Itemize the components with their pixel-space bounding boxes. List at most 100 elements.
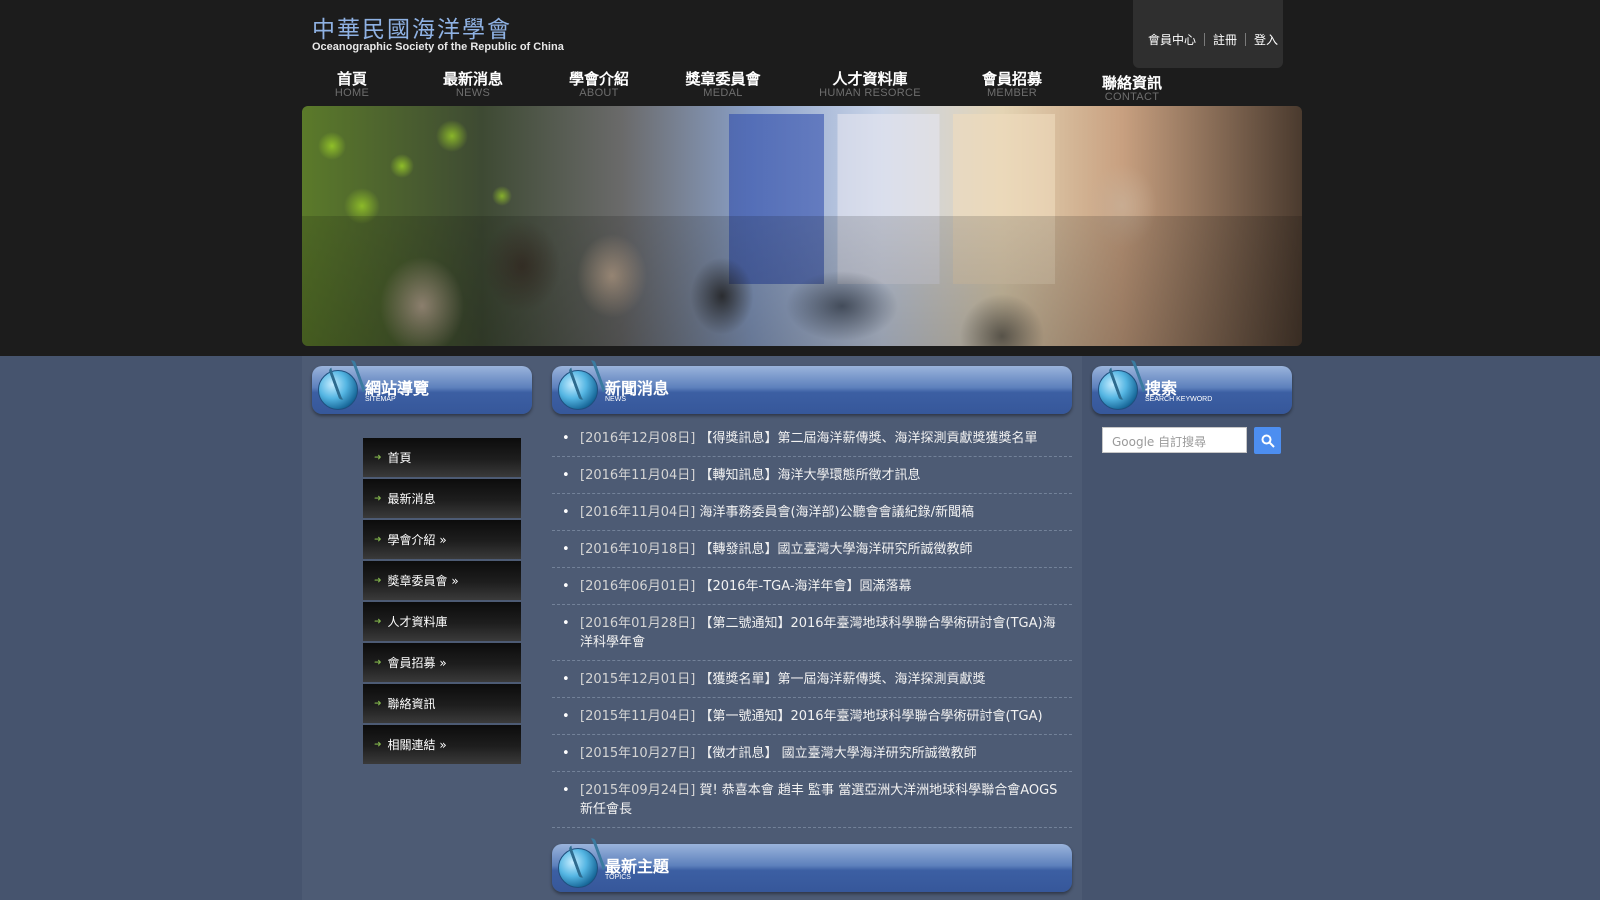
topics-subtitle: TOPICS xyxy=(605,874,631,881)
news-text: 【轉發訊息】國立臺灣大學海洋研究所誠徵教師 xyxy=(699,542,973,557)
news-text: 海洋事務委員會(海洋部)公聽會會議紀錄/新聞稿 xyxy=(699,505,974,520)
news-item[interactable]: [2016年11月04日] 【轉知訊息】海洋大學環態所徵才訊息 xyxy=(552,457,1072,494)
nav-label: 聯絡資訊 xyxy=(1101,74,1162,92)
login-link[interactable]: 登入 xyxy=(1254,31,1278,48)
news-date: [2016年11月04日] xyxy=(580,468,696,483)
nav-news[interactable]: 最新消息 NEWS xyxy=(438,70,508,99)
arrow-icon: ➜ xyxy=(374,493,382,504)
nav-sublabel: HOME xyxy=(334,87,370,99)
sidebar-item-about[interactable]: ➜ 學會介紹 » xyxy=(363,520,521,559)
nav-contact[interactable]: 聯絡資訊 CONTACT xyxy=(1092,74,1172,103)
news-list: [2016年12月08日] 【得獎訊息】第二屆海洋薪傳獎、海洋探測貢獻獎獲獎名單… xyxy=(552,420,1072,828)
news-date: [2016年10月18日] xyxy=(580,542,696,557)
sidebar-item-contact[interactable]: ➜ 聯絡資訊 xyxy=(363,684,521,723)
sidebar-item-member[interactable]: ➜ 會員招募 » xyxy=(363,643,521,682)
main-nav: 首頁 HOME 最新消息 NEWS 學會介紹 ABOUT 獎章委員會 MEDAL… xyxy=(302,70,1202,104)
news-item[interactable]: [2016年06月01日] 【2016年-TGA-海洋年會】圓滿落幕 xyxy=(552,568,1072,605)
arrow-icon: ➜ xyxy=(374,657,382,668)
nav-sublabel: CONTACT xyxy=(1104,91,1160,103)
nav-label: 人才資料庫 xyxy=(832,70,908,88)
sidebar-item-news[interactable]: ➜ 最新消息 xyxy=(363,479,521,518)
sidebar-item-label: 聯絡資訊 xyxy=(387,697,436,711)
news-text: 【獲獎名單】第一屆海洋薪傳獎、海洋探測貢獻獎 xyxy=(699,672,986,687)
banner-shade xyxy=(302,216,1302,346)
globe-icon xyxy=(318,370,358,410)
topics-header: 最新主題 TOPICS xyxy=(552,844,1072,892)
news-date: [2016年06月01日] xyxy=(580,579,696,594)
news-date: [2015年12月01日] xyxy=(580,672,696,687)
divider xyxy=(1204,33,1206,46)
hero-banner-image xyxy=(302,106,1302,346)
news-date: [2016年12月08日] xyxy=(580,431,696,446)
member-links: 會員中心 註冊 登入 xyxy=(1148,31,1278,48)
register-link[interactable]: 註冊 xyxy=(1213,31,1237,48)
news-date: [2015年09月24日] xyxy=(580,783,696,798)
sitemap-subtitle: SITEMAP xyxy=(365,396,396,403)
news-item[interactable]: [2016年12月08日] 【得獎訊息】第二屆海洋薪傳獎、海洋探測貢獻獎獲獎名單 xyxy=(552,420,1072,457)
news-text: 【得獎訊息】第二屆海洋薪傳獎、海洋探測貢獻獎獲獎名單 xyxy=(699,431,1038,446)
nav-sublabel: MEDAL xyxy=(703,87,743,99)
nav-label: 獎章委員會 xyxy=(685,70,761,88)
sidebar-item-medal[interactable]: ➜ 獎章委員會 » xyxy=(363,561,521,600)
sidebar-item-label: 人才資料庫 xyxy=(387,615,448,629)
globe-icon xyxy=(558,370,598,410)
search-subtitle: SEARCH KEYWORD xyxy=(1145,396,1213,403)
news-date: [2015年11月04日] xyxy=(580,709,696,724)
nav-sublabel: HUMAN RESORCE xyxy=(819,87,921,99)
news-date: [2016年11月04日] xyxy=(580,505,696,520)
nav-sublabel: MEMBER xyxy=(986,87,1038,99)
sidebar-item-label: 學會介紹 » xyxy=(387,533,447,547)
nav-label: 會員招募 xyxy=(981,70,1042,88)
sidebar-item-label: 獎章委員會 » xyxy=(387,574,459,588)
news-item[interactable]: [2015年10月27日] 【徵才訊息】 國立臺灣大學海洋研究所誠徵教師 xyxy=(552,735,1072,772)
news-item[interactable]: [2016年01月28日] 【第二號通知】2016年臺灣地球科學聯合學術研討會(… xyxy=(552,605,1072,661)
search-header: 搜索 SEARCH KEYWORD xyxy=(1092,366,1292,414)
sidebar-item-label: 首頁 xyxy=(387,451,412,465)
news-item[interactable]: [2015年09月24日] 賀! 恭喜本會 趙丰 監事 當選亞洲大洋洲地球科學聯… xyxy=(552,772,1072,828)
member-center-link[interactable]: 會員中心 xyxy=(1148,31,1196,48)
nav-human-resource[interactable]: 人才資料庫 HUMAN RESORCE xyxy=(810,70,930,99)
sitemap-header: 網站導覽 SITEMAP xyxy=(312,366,532,414)
news-date: [2015年10月27日] xyxy=(580,746,696,761)
news-header: 新聞消息 NEWS xyxy=(552,366,1072,414)
site-logo-subtitle[interactable]: Oceanographic Society of the Republic of… xyxy=(312,41,564,53)
news-text: 【2016年-TGA-海洋年會】圓滿落幕 xyxy=(699,579,912,594)
nav-label: 首頁 xyxy=(336,70,367,88)
news-text: 【第一號通知】2016年臺灣地球科學聯合學術研討會(TGA) xyxy=(699,709,1043,724)
sidebar-item-home[interactable]: ➜ 首頁 xyxy=(363,438,521,477)
news-item[interactable]: [2015年12月01日] 【獲獎名單】第一屆海洋薪傳獎、海洋探測貢獻獎 xyxy=(552,661,1072,698)
arrow-icon: ➜ xyxy=(374,616,382,627)
sidebar-item-label: 最新消息 xyxy=(387,492,436,506)
search-icon xyxy=(1261,434,1275,448)
nav-about[interactable]: 學會介紹 ABOUT xyxy=(559,70,639,99)
nav-home[interactable]: 首頁 HOME xyxy=(332,70,372,99)
news-subtitle: NEWS xyxy=(605,396,626,403)
arrow-icon: ➜ xyxy=(374,534,382,545)
news-text: 【轉知訊息】海洋大學環態所徵才訊息 xyxy=(699,468,921,483)
search-button[interactable] xyxy=(1254,427,1281,454)
news-date: [2016年01月28日] xyxy=(580,616,696,631)
news-text: 【徵才訊息】 國立臺灣大學海洋研究所誠徵教師 xyxy=(699,746,977,761)
nav-label: 學會介紹 xyxy=(568,70,629,88)
sidebar-item-links[interactable]: ➜ 相關連結 » xyxy=(363,725,521,764)
sidebar-item-label: 相關連結 » xyxy=(387,738,447,752)
globe-icon xyxy=(1098,370,1138,410)
arrow-icon: ➜ xyxy=(374,575,382,586)
news-item[interactable]: [2016年11月04日] 海洋事務委員會(海洋部)公聽會會議紀錄/新聞稿 xyxy=(552,494,1072,531)
arrow-icon: ➜ xyxy=(374,698,382,709)
sidebar-item-label: 會員招募 » xyxy=(387,656,447,670)
site-logo-title[interactable]: 中華民國海洋學會 xyxy=(312,10,512,44)
news-item[interactable]: [2015年11月04日] 【第一號通知】2016年臺灣地球科學聯合學術研討會(… xyxy=(552,698,1072,735)
globe-icon xyxy=(558,848,598,888)
sidebar-item-human-resource[interactable]: ➜ 人才資料庫 xyxy=(363,602,521,641)
nav-sublabel: ABOUT xyxy=(579,87,619,99)
news-item[interactable]: [2016年10月18日] 【轉發訊息】國立臺灣大學海洋研究所誠徵教師 xyxy=(552,531,1072,568)
arrow-icon: ➜ xyxy=(374,452,382,463)
search-input[interactable]: Google 自訂搜尋 xyxy=(1102,427,1247,453)
nav-label: 最新消息 xyxy=(442,70,503,88)
nav-member[interactable]: 會員招募 MEMBER xyxy=(972,70,1052,99)
sitemap-menu: ➜ 首頁 ➜ 最新消息 ➜ 學會介紹 » ➜ 獎章委員會 » ➜ 人才資料庫 ➜… xyxy=(363,438,521,766)
arrow-icon: ➜ xyxy=(374,739,382,750)
divider xyxy=(1245,33,1247,46)
nav-medal[interactable]: 獎章委員會 MEDAL xyxy=(678,70,768,99)
